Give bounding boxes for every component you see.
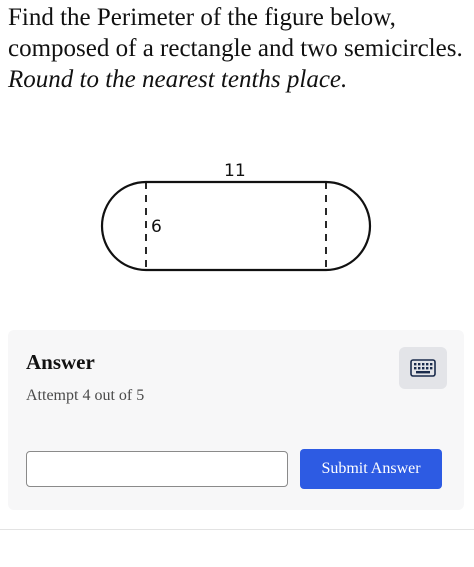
figure-diagram: 11 6 — [96, 160, 376, 278]
question-instruction: Round to the nearest tenths place. — [8, 66, 348, 93]
length-label: 11 — [224, 161, 246, 181]
answer-panel: Answer Attempt 4 out of 5 Submit Answer — [8, 330, 464, 510]
question-text: Find the Perimeter of the figure below, … — [8, 2, 468, 95]
question-body: Find the Perimeter of the figure below, … — [8, 4, 463, 62]
diameter-label: 6 — [151, 217, 162, 237]
answer-input[interactable] — [26, 451, 288, 487]
figure-svg: 11 6 — [100, 161, 372, 272]
submit-answer-button[interactable]: Submit Answer — [300, 449, 442, 489]
keyboard-icon — [410, 359, 436, 377]
attempt-counter: Attempt 4 out of 5 — [26, 387, 145, 404]
answer-title: Answer — [26, 350, 95, 374]
bottom-divider — [0, 529, 474, 530]
stadium-outline — [100, 180, 372, 272]
keyboard-button[interactable] — [399, 347, 447, 389]
